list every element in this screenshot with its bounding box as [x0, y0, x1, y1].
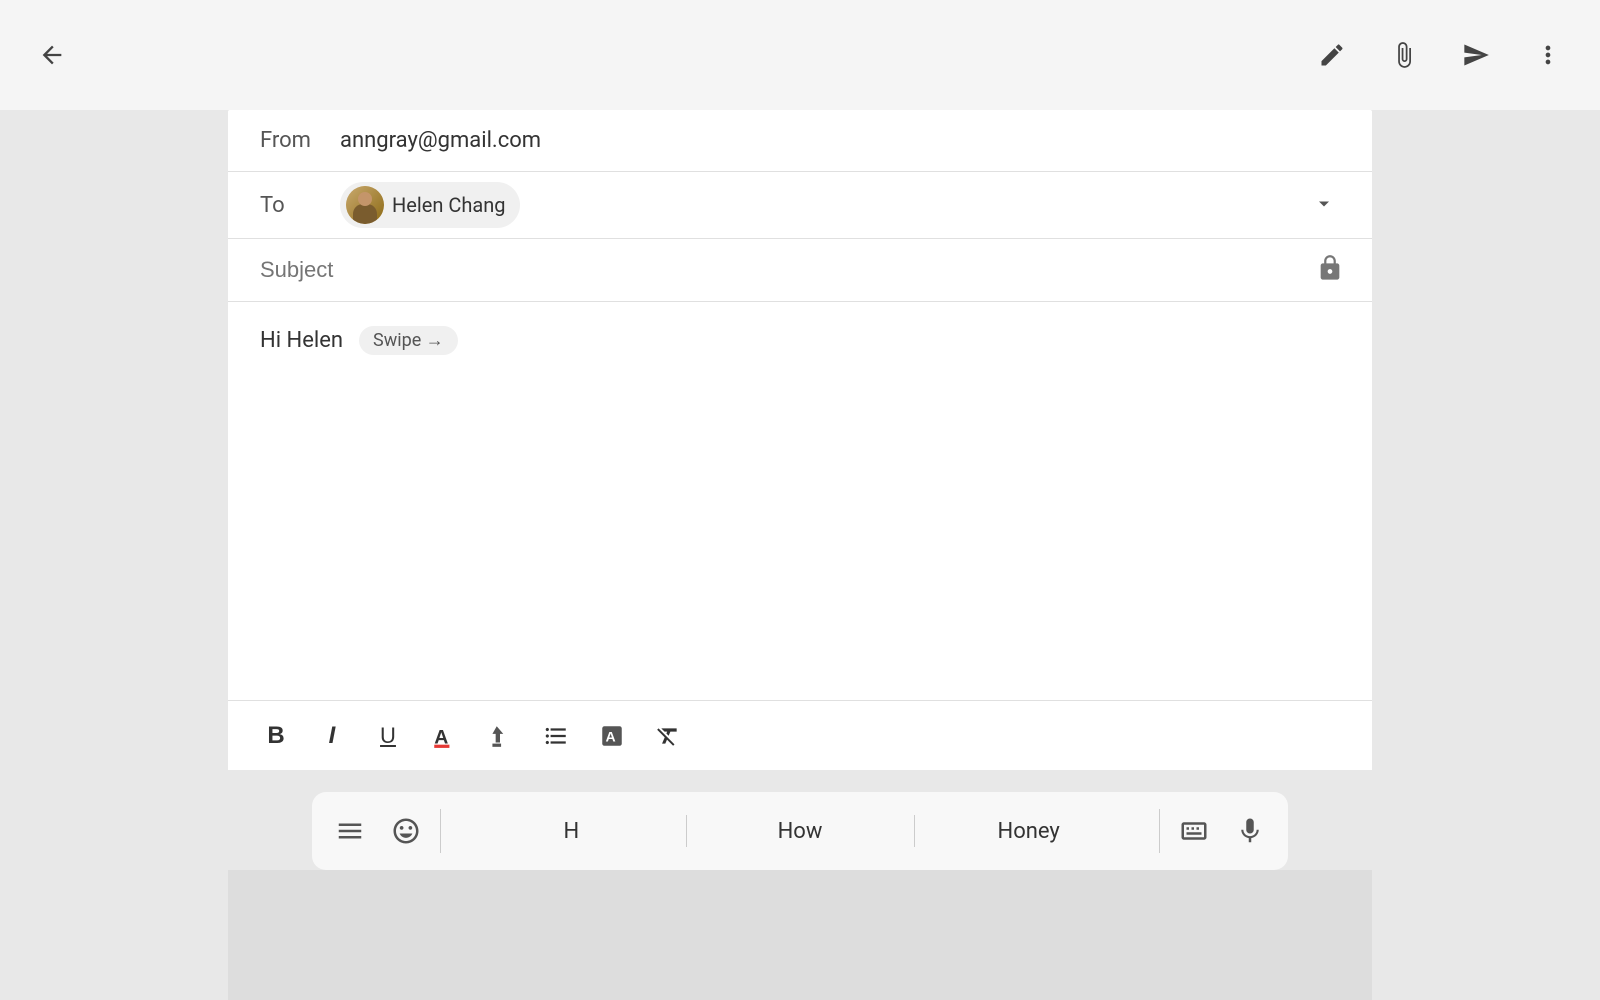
top-bar-actions: [1312, 35, 1568, 75]
suggestion-honey[interactable]: Honey: [914, 811, 1143, 852]
subject-input[interactable]: [260, 257, 1340, 283]
keyboard-menu-button[interactable]: [328, 809, 372, 853]
keyboard-area: [228, 870, 1372, 1000]
from-address: anngray@gmail.com: [340, 128, 541, 153]
attach-icon: [1390, 41, 1418, 69]
from-label: From: [260, 128, 340, 153]
keyboard-right-divider: [1159, 809, 1160, 853]
keyboard-suggestion-bar: H How Honey: [312, 792, 1288, 870]
body-text-content: Hi Helen: [260, 328, 343, 353]
keyboard-right-icons: [1143, 809, 1288, 853]
back-icon: [38, 41, 66, 69]
top-bar: [0, 0, 1600, 110]
keyboard-left-icons: [312, 809, 457, 853]
menu-icon: [335, 816, 365, 846]
format-toolbar: B I U A A: [228, 700, 1372, 770]
suggestion-h[interactable]: H: [457, 811, 686, 852]
format-text-button[interactable]: A: [588, 712, 636, 760]
microphone-icon: [1235, 816, 1265, 846]
bold-button[interactable]: B: [252, 712, 300, 760]
chevron-down-icon: [1312, 192, 1336, 216]
recipient-name: Helen Chang: [392, 193, 506, 217]
send-icon: [1462, 41, 1490, 69]
compose-area: From anngray@gmail.com To Helen Chang Hi: [228, 110, 1372, 770]
emoji-button[interactable]: [384, 809, 428, 853]
keyboard-icon: [1179, 816, 1209, 846]
recipient-chip[interactable]: Helen Chang: [340, 182, 520, 228]
highlight-button[interactable]: [476, 712, 524, 760]
emoji-icon: [391, 816, 421, 846]
text-color-icon: A: [431, 723, 457, 749]
recipient-avatar: [346, 186, 384, 224]
attach-button[interactable]: [1384, 35, 1424, 75]
underline-button[interactable]: U: [364, 712, 412, 760]
clear-format-button[interactable]: [644, 712, 692, 760]
body-content: Hi Helen Swipe →: [260, 326, 1340, 355]
swipe-label: Swipe →: [373, 330, 444, 351]
back-button[interactable]: [32, 35, 72, 75]
list-icon: [543, 723, 569, 749]
text-color-button[interactable]: A: [420, 712, 468, 760]
draw-icon: [1318, 41, 1346, 69]
to-row: To Helen Chang: [228, 172, 1372, 239]
keyboard-toggle-button[interactable]: [1172, 809, 1216, 853]
voice-input-button[interactable]: [1228, 809, 1272, 853]
suggestion-how[interactable]: How: [686, 811, 915, 852]
more-options-button[interactable]: [1528, 35, 1568, 75]
send-button[interactable]: [1456, 35, 1496, 75]
to-expand-button[interactable]: [1304, 184, 1344, 227]
top-bar-left: [32, 35, 72, 75]
format-text-icon: A: [599, 723, 625, 749]
highlight-icon: [487, 723, 513, 749]
keyboard-left-divider: [440, 809, 441, 853]
from-row: From anngray@gmail.com: [228, 110, 1372, 172]
lock-svg: [1316, 254, 1344, 282]
italic-button[interactable]: I: [308, 712, 356, 760]
list-button[interactable]: [532, 712, 580, 760]
clear-format-icon: [655, 723, 681, 749]
keyboard-suggestions: H How Honey: [457, 811, 1143, 852]
lock-icon: [1316, 254, 1344, 286]
more-options-icon: [1534, 41, 1562, 69]
left-sidebar: [0, 110, 228, 1000]
draw-button[interactable]: [1312, 35, 1352, 75]
avatar-image: [346, 186, 384, 224]
subject-row: [228, 239, 1372, 302]
body-area[interactable]: Hi Helen Swipe →: [228, 302, 1372, 379]
right-sidebar: [1372, 110, 1600, 1000]
to-label: To: [260, 193, 340, 218]
svg-text:A: A: [606, 728, 616, 744]
swipe-suggestion[interactable]: Swipe →: [359, 326, 458, 355]
